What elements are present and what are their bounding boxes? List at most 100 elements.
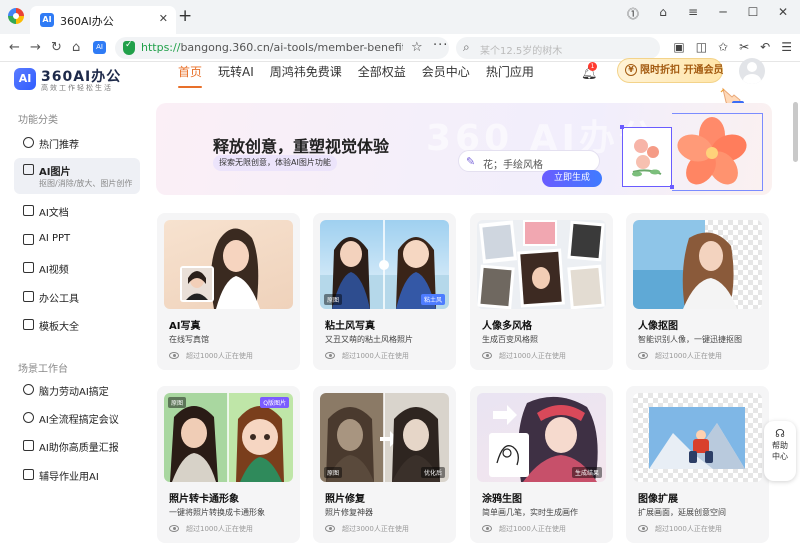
url-field[interactable]: https://bangong.360.cn/ai-tools/member-b… (115, 37, 449, 59)
minimize-icon[interactable]: ─ (716, 5, 730, 22)
card-title: 粘土风写真 (325, 321, 375, 332)
avatar[interactable] (739, 58, 765, 84)
headset-icon: ☊ (775, 427, 785, 440)
sidebar-item-label: AI助你高质量汇报 (39, 443, 119, 454)
lightbulb-icon (23, 384, 34, 395)
prompt-input[interactable]: ✎ 花；手绘风格 (458, 150, 600, 172)
nav-home[interactable]: 首页 (170, 63, 210, 102)
tool-card-image-expand[interactable]: 图像扩展 扩展画面，延展创意空间 超过1000人正在使用 (626, 386, 769, 543)
image-icon (23, 164, 34, 175)
eye-icon (638, 352, 648, 359)
tab-close-icon[interactable]: ✕ (159, 12, 168, 25)
tag-original: 原图 (324, 467, 343, 478)
menu-icon[interactable]: ≡ (686, 5, 700, 22)
logo-icon[interactable]: AI (14, 68, 36, 90)
portrait-image (180, 228, 260, 309)
sidebar-item-scene-brain[interactable]: 脑力劳动AI搞定 (14, 378, 140, 402)
nav-free-course[interactable]: 周鸿祎免费课 (262, 63, 350, 102)
card-desc: 智能识别人像，一键迅捷抠图 (638, 335, 742, 344)
card-usage: 超过1000人正在使用 (186, 352, 253, 360)
sidebar-item-office-tools[interactable]: 办公工具 (14, 285, 140, 309)
skin-icon[interactable]: ⌂ (656, 5, 670, 22)
browser-tab-bar: AI 360AI办公 ✕ + ⓵ ⌂ ≡ ─ ☐ ✕ (0, 0, 800, 34)
sidebar-item-scene-report[interactable]: AI助你高质量汇报 (14, 434, 140, 458)
undo-icon[interactable]: ↶ (760, 40, 770, 54)
sidebar-item-hot[interactable]: 热门推荐 (14, 131, 140, 155)
sidebar-group-title: 场景工作台 (18, 364, 68, 375)
sidebar-item-scene-meeting[interactable]: AI全流程搞定会议 (14, 406, 140, 430)
nav-play-ai[interactable]: 玩转AI (210, 63, 262, 102)
flower-sketch-image (620, 125, 674, 189)
reload-icon[interactable]: ↻ (51, 40, 62, 55)
browser-search-input[interactable]: ⌕ 某个12.5岁的树木 (456, 37, 660, 59)
nav-all-benefits[interactable]: 全部权益 (350, 63, 414, 102)
logo-slogan: 高效工作轻松生活 (41, 84, 113, 92)
ppt-icon (23, 234, 34, 245)
scissors-icon[interactable]: ✂ (739, 40, 749, 54)
eye-icon (325, 352, 335, 359)
split-view-icon[interactable]: ◫ (696, 40, 707, 54)
maximize-icon[interactable]: ☐ (746, 5, 760, 22)
sidebar-item-ai-ppt[interactable]: AI PPT (14, 228, 140, 252)
card-image (477, 220, 606, 309)
site-header: AI 360AI办公 高效工作轻松生活 首页 玩转AI 周鸿祎免费课 全部权益 … (0, 58, 800, 109)
tool-card-multi-style[interactable]: 人像多风格 生成百变风格照 超过1000人正在使用 (470, 213, 613, 370)
hero-banner: 360 AI办公 释放创意，重塑视觉体验 探索无限创意，体验AI图片功能 ✎ 花… (156, 103, 772, 195)
sidebar-item-label: AI图片 (39, 167, 71, 178)
page-scrollbar[interactable] (793, 102, 798, 162)
pin-icon[interactable]: ⓵ (626, 5, 640, 22)
help-center-button[interactable]: ☊ 帮助 中心 (764, 421, 796, 481)
browser-logo-icon[interactable] (8, 8, 24, 24)
document-icon (23, 205, 34, 216)
tool-card-portrait-cutout[interactable]: 人像抠图 智能识别人像，一键迅捷抠图 超过1000人正在使用 (626, 213, 769, 370)
browser-menu-icon[interactable]: ☰ (781, 40, 792, 54)
sidebar-toggle-icon[interactable]: ▣ (673, 40, 684, 54)
multi-style-collage-image (477, 220, 605, 309)
tag-result: 生成结果 (571, 467, 602, 478)
browser-tab[interactable]: AI 360AI办公 ✕ (30, 6, 176, 34)
card-desc: 又丑又萌的粘土风格照片 (325, 335, 413, 344)
tool-card-ai-portrait[interactable]: AI写真 在线写真馆 超过1000人正在使用 (157, 213, 300, 370)
sidebar-item-ai-image[interactable]: AI图片 抠图/消除/放大、图片创作 (14, 158, 140, 194)
more-dots-icon[interactable]: ··· (433, 38, 448, 53)
tool-card-doodle-to-image[interactable]: 生成结果 涂鸦生图 简单画几笔，实时生成画作 超过1000人正在使用 (470, 386, 613, 543)
sidebar-item-ai-video[interactable]: AI视频 (14, 256, 140, 280)
sidebar: 功能分类 热门推荐 AI图片 抠图/消除/放大、图片创作 AI文档 AI PPT… (0, 102, 148, 543)
card-image: 原图 Q版图片 (164, 393, 293, 482)
new-tab-icon[interactable]: + (178, 6, 192, 26)
card-desc: 照片修复神器 (325, 508, 373, 517)
tool-card-clay-portrait[interactable]: 原图 粘土风 粘土风写真 又丑又萌的粘土风格照片 超过1000人正在使用 (313, 213, 456, 370)
eye-icon (169, 525, 179, 532)
top-nav: 首页 玩转AI 周鸿祎免费课 全部权益 会员中心 热门应用 (170, 62, 542, 102)
card-usage: 超过1000人正在使用 (186, 525, 253, 533)
eye-icon (482, 525, 492, 532)
tool-card-photo-to-cartoon[interactable]: 原图 Q版图片 照片转卡通形象 一键将照片转换成卡通形象 超过1000人正在使用 (157, 386, 300, 543)
nav-hot-apps[interactable]: 热门应用 (478, 63, 542, 102)
card-image: 生成结果 (477, 393, 606, 482)
secure-lock-icon (123, 40, 135, 55)
sidebar-item-label: AI PPT (39, 233, 71, 244)
favorites-icon[interactable]: ✩ (718, 40, 728, 54)
banner-title: 释放创意，重塑视觉体验 (213, 137, 390, 156)
card-title: 人像抠图 (638, 321, 678, 332)
notification-badge: 1 (588, 62, 597, 71)
sidebar-item-templates[interactable]: 模板大全 (14, 313, 140, 337)
generate-button[interactable]: 立即生成 (542, 170, 602, 187)
sidebar-item-scene-homework[interactable]: 辅导作业用AI (14, 463, 140, 487)
tool-card-photo-restore[interactable]: 原图 优化后 照片修复 照片修复神器 超过3000人正在使用 (313, 386, 456, 543)
sidebar-item-sub: 抠图/消除/放大、图片创作 (39, 179, 133, 188)
sidebar-item-label: 脑力劳动AI搞定 (39, 387, 109, 398)
upgrade-member-button[interactable]: ¥ 限时折扣 开通会员 (617, 58, 723, 83)
card-desc: 一键将照片转换成卡通形象 (169, 508, 265, 517)
home-icon[interactable]: ⌂ (72, 40, 80, 55)
forward-icon[interactable]: → (30, 40, 41, 55)
sidebar-item-ai-doc[interactable]: AI文档 (14, 199, 140, 223)
tab-favicon-icon: AI (40, 13, 54, 27)
card-desc: 生成百变风格照 (482, 335, 538, 344)
close-window-icon[interactable]: ✕ (776, 5, 790, 22)
card-title: AI写真 (169, 321, 201, 332)
bookmark-star-icon[interactable]: ☆ (411, 40, 423, 55)
back-icon[interactable]: ← (9, 40, 20, 55)
site-ai-icon[interactable]: AI (93, 41, 106, 54)
nav-member-center[interactable]: 会员中心 (414, 63, 478, 102)
